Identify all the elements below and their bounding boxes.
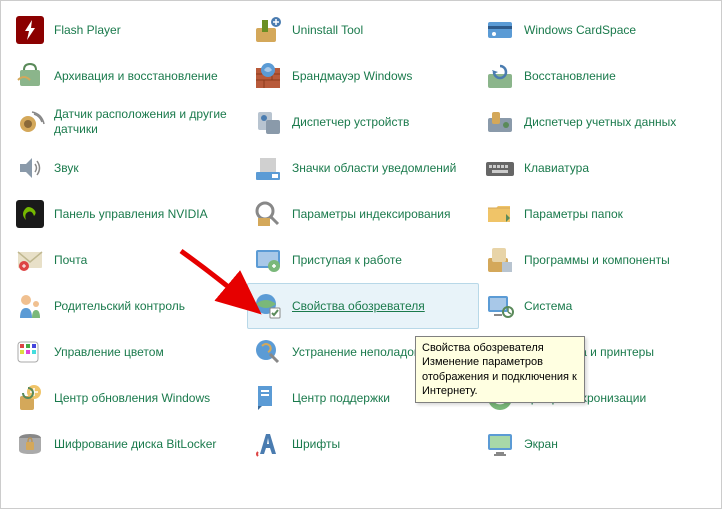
item-label: Клавиатура	[524, 161, 589, 176]
control-panel-item[interactable]: Свойства обозревателя	[247, 283, 479, 329]
nvidia-icon	[14, 198, 46, 230]
control-panel-items-view: Flash Player Uninstall Tool Windows CardSp…	[0, 0, 722, 509]
control-panel-item[interactable]: Параметры индексирования	[247, 191, 479, 237]
control-panel-item[interactable]: Приступая к работе	[247, 237, 479, 283]
items-grid: Flash Player Uninstall Tool Windows CardSp…	[1, 1, 721, 475]
control-panel-item[interactable]: Управление цветом	[9, 329, 247, 375]
control-panel-item[interactable]: Экран	[479, 421, 717, 467]
tooltip-body: Изменение параметров отображения и подкл…	[422, 356, 577, 397]
item-label: Панель управления NVIDIA	[54, 207, 208, 222]
control-panel-item[interactable]: Программы и компоненты	[479, 237, 717, 283]
item-label: Датчик расположения и другие датчики	[54, 107, 242, 137]
item-label: Свойства обозревателя	[292, 299, 425, 314]
backup-icon	[14, 60, 46, 92]
uninstall-icon	[252, 14, 284, 46]
item-label: Параметры индексирования	[292, 207, 450, 222]
control-panel-item[interactable]: Windows CardSpace	[479, 7, 717, 53]
item-label: Устранение неполадок	[292, 345, 419, 360]
control-panel-item[interactable]: Диспетчер устройств	[247, 99, 479, 145]
item-label: Приступая к работе	[292, 253, 402, 268]
control-panel-item[interactable]: Клавиатура	[479, 145, 717, 191]
cardspace-icon	[484, 14, 516, 46]
item-label: Экран	[524, 437, 558, 452]
item-label: Windows CardSpace	[524, 23, 636, 38]
control-panel-item[interactable]: Система	[479, 283, 717, 329]
item-label: Восстановление	[524, 69, 616, 84]
item-label: Брандмауэр Windows	[292, 69, 412, 84]
inetopt-icon	[252, 290, 284, 322]
devmgr-icon	[252, 106, 284, 138]
folder-icon	[484, 198, 516, 230]
control-panel-item[interactable]: Панель управления NVIDIA	[9, 191, 247, 237]
display-icon	[484, 428, 516, 460]
bitlocker-icon	[14, 428, 46, 460]
control-panel-item[interactable]: Датчик расположения и другие датчики	[9, 99, 247, 145]
sensor-icon	[14, 106, 46, 138]
tooltip-title: Свойства обозревателя	[422, 341, 578, 355]
control-panel-item[interactable]: Диспетчер учетных данных	[479, 99, 717, 145]
index-icon	[252, 198, 284, 230]
control-panel-item[interactable]: Звук	[9, 145, 247, 191]
mail-icon	[14, 244, 46, 276]
control-panel-item[interactable]: Родительский контроль	[9, 283, 247, 329]
control-panel-item[interactable]: Flash Player	[9, 7, 247, 53]
item-label: Шрифты	[292, 437, 340, 452]
control-panel-item[interactable]: Uninstall Tool	[247, 7, 479, 53]
item-label: Почта	[54, 253, 87, 268]
item-label: Архивация и восстановление	[54, 69, 218, 84]
keyboard-icon	[484, 152, 516, 184]
color-icon	[14, 336, 46, 368]
tooltip: Свойства обозревателя Изменение параметр…	[415, 336, 585, 403]
control-panel-item[interactable]: Шифрование диска BitLocker	[9, 421, 247, 467]
item-label: Звук	[54, 161, 79, 176]
fonts-icon	[252, 428, 284, 460]
control-panel-item[interactable]: Параметры папок	[479, 191, 717, 237]
item-label: Управление цветом	[54, 345, 164, 360]
control-panel-item[interactable]: Восстановление	[479, 53, 717, 99]
item-label: Параметры папок	[524, 207, 623, 222]
parental-icon	[14, 290, 46, 322]
control-panel-item[interactable]: Шрифты	[247, 421, 479, 467]
control-panel-item[interactable]: Значки области уведомлений	[247, 145, 479, 191]
recovery-icon	[484, 60, 516, 92]
control-panel-item[interactable]: Центр обновления Windows	[9, 375, 247, 421]
item-label: Родительский контроль	[54, 299, 185, 314]
item-label: Шифрование диска BitLocker	[54, 437, 216, 452]
system-icon	[484, 290, 516, 322]
item-label: Центр поддержки	[292, 391, 390, 406]
tray-icon	[252, 152, 284, 184]
item-label: Значки области уведомлений	[292, 161, 456, 176]
sound-icon	[14, 152, 46, 184]
item-label: Программы и компоненты	[524, 253, 670, 268]
control-panel-item[interactable]: Архивация и восстановление	[9, 53, 247, 99]
control-panel-item[interactable]: Брандмауэр Windows	[247, 53, 479, 99]
item-label: Диспетчер учетных данных	[524, 115, 676, 130]
firewall-icon	[252, 60, 284, 92]
flash-icon	[14, 14, 46, 46]
item-label: Flash Player	[54, 23, 121, 38]
item-label: Система	[524, 299, 572, 314]
credmgr-icon	[484, 106, 516, 138]
item-label: Диспетчер устройств	[292, 115, 409, 130]
update-icon	[14, 382, 46, 414]
action-icon	[252, 382, 284, 414]
control-panel-item[interactable]: Почта	[9, 237, 247, 283]
troubleshoot-icon	[252, 336, 284, 368]
item-label: Uninstall Tool	[292, 23, 363, 38]
programs-icon	[484, 244, 516, 276]
getstarted-icon	[252, 244, 284, 276]
item-label: Центр обновления Windows	[54, 391, 210, 406]
